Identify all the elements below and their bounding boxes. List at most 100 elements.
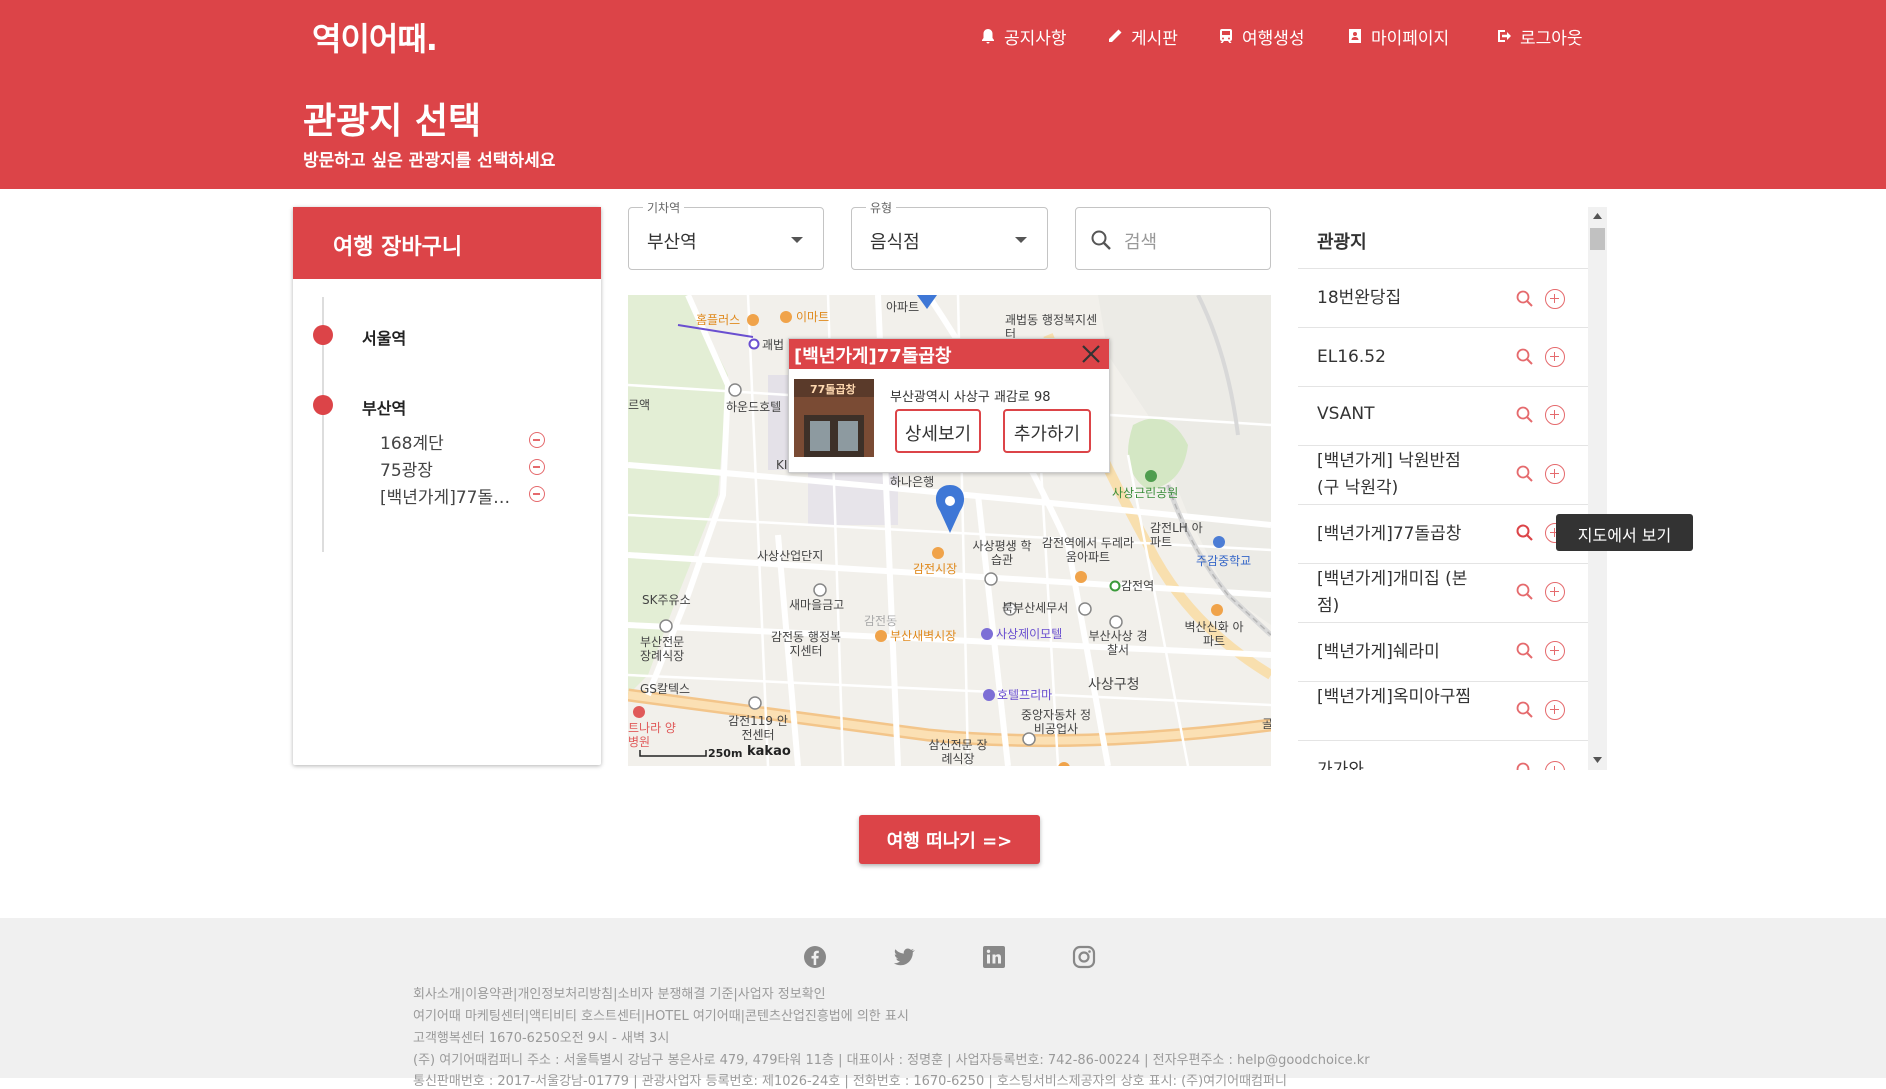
search-icon[interactable] [1515, 582, 1535, 602]
facebook-icon[interactable] [803, 945, 827, 969]
nav-mypage[interactable]: 마이페이지 [1347, 24, 1449, 49]
search-icon[interactable] [1515, 464, 1535, 484]
add-circle-icon[interactable] [1545, 464, 1565, 484]
page-subtitle: 방문하고 싶은 관광지를 선택하세요 [303, 151, 556, 171]
bell-icon [982, 29, 994, 44]
nav-notice-label: 공지사항 [1004, 28, 1067, 49]
search-icon[interactable] [1515, 761, 1535, 770]
list-item: EL16.52 [1298, 328, 1588, 387]
type-select[interactable]: 유형 음식점 [851, 199, 1048, 270]
footer-line: 여기어때 마케팅센터|액티비티 호스트센터|HOTEL 여기어때|콘텐츠산업진흥… [413, 1009, 909, 1024]
cart-item: 75광장 [380, 461, 433, 481]
map-label: 감전동 [864, 614, 898, 628]
scrollbar-thumb[interactable] [1590, 228, 1605, 250]
search-icon[interactable] [1515, 289, 1535, 309]
map-label: 삼신전문 장례식장 [928, 738, 988, 766]
remove-circle-icon[interactable] [529, 459, 545, 475]
attraction-name: [백년가게]쉐라미 [1317, 642, 1440, 662]
search-input[interactable]: 검색 [1075, 207, 1271, 270]
nav-create-trip-label: 여행생성 [1242, 28, 1305, 49]
search-icon [1091, 230, 1111, 250]
twitter-icon[interactable] [892, 945, 916, 969]
remove-circle-icon[interactable] [529, 432, 545, 448]
start-trip-button[interactable]: 여행 떠나기 => [859, 815, 1040, 864]
scroll-down-icon[interactable] [1593, 757, 1602, 763]
search-icon[interactable] [1515, 523, 1535, 543]
list-scrollbar[interactable] [1588, 207, 1607, 770]
instagram-icon[interactable] [1072, 945, 1096, 969]
add-circle-icon[interactable] [1545, 347, 1565, 367]
popup-title: [백년가게]77돌곱창 [789, 339, 1109, 369]
map-label: 감전동 행정복지센터 [770, 630, 842, 658]
remove-circle-icon[interactable] [529, 486, 545, 502]
list-item: [백년가게]옥미아구찜 [1298, 682, 1588, 741]
map-label: 괘법동 행정복지센터 [1005, 313, 1098, 341]
close-icon[interactable] [1079, 342, 1103, 366]
detail-button[interactable]: 상세보기 [895, 409, 981, 453]
map-label: 감전역에서 두레라움아파트 [1041, 536, 1135, 564]
place-thumbnail: 77돌곱창 [794, 379, 874, 457]
search-icon[interactable] [1515, 641, 1535, 661]
add-circle-icon[interactable] [1545, 761, 1565, 770]
add-circle-icon[interactable] [1545, 289, 1565, 309]
linkedin-icon[interactable] [982, 945, 1006, 969]
footer-links[interactable]: 회사소개|이용약관|개인정보처리방침|소비자 분쟁해결 기준|사업자 정보확인 [413, 983, 826, 1002]
footer-line: 고객행복센터 1670-6250오전 9시 - 새벽 3시 [413, 1031, 670, 1046]
attraction-list[interactable]: 관광지 18번완당집 EL16.52 VSANT [백년가게] 낙원반점 (구 … [1298, 207, 1608, 770]
map-label: 감전시장 [913, 562, 958, 576]
list-item: [백년가게]쉐라미 [1298, 623, 1588, 682]
popup-address: 부산광역시 사상구 괘감로 98 [890, 390, 1051, 405]
list-item: [백년가게]77돌곱창 [1298, 505, 1588, 564]
footer-line: 통신판매번호 : 2017-서울강남-01779 | 관광사업자 등록번호: 제… [413, 1074, 1287, 1089]
map-label: 아파트 [886, 300, 920, 314]
station-select[interactable]: 기차역 부산역 [628, 199, 824, 270]
timeline-dot [313, 325, 333, 345]
nav-notice[interactable]: 공지사항 [980, 24, 1067, 49]
header: 역이어때. 공지사항 게시판 여행생성 마이페이지 로그아웃 관광지 선택 방문… [0, 0, 1886, 189]
logout-icon [1498, 30, 1511, 42]
search-icon[interactable] [1515, 405, 1535, 425]
map-label: 르액 [628, 398, 651, 412]
add-button[interactable]: 추가하기 [1003, 409, 1091, 453]
search-icon[interactable] [1515, 700, 1535, 720]
logo[interactable]: 역이어때. [312, 14, 438, 60]
list-item: VSANT [1298, 387, 1588, 446]
add-circle-icon[interactable] [1545, 405, 1565, 425]
map-label: 감전LH 아파트 [1150, 521, 1203, 549]
nav-board-label: 게시판 [1131, 28, 1178, 49]
thumbnail-sign: 77돌곱창 [810, 383, 856, 396]
add-circle-icon[interactable] [1545, 641, 1565, 661]
map-label: 새마을금고 [789, 598, 845, 612]
nav-logout[interactable]: 로그아웃 [1496, 24, 1583, 49]
map-label: 호텔프리마 [997, 688, 1053, 702]
search-placeholder: 검색 [1124, 232, 1158, 253]
map-label: 감전119 안전센터 [728, 714, 788, 742]
attraction-name: 18번완당집 [1317, 288, 1402, 308]
cart-item: [백년가게]77돌곱창 [380, 488, 517, 508]
pencil-icon [1109, 29, 1122, 42]
add-circle-icon[interactable] [1545, 582, 1565, 602]
travel-cart-title: 여행 장바구니 [293, 207, 601, 279]
attraction-name: EL16.52 [1317, 347, 1386, 367]
map-label: 홈플러스 [696, 313, 741, 327]
add-circle-icon[interactable] [1545, 700, 1565, 720]
travel-cart: 여행 장바구니 서울역 부산역 168계단 75광장 [백년가게]77돌곱창 [293, 207, 601, 765]
map-label: 하나은행 [890, 475, 935, 489]
list-item: [백년가게]개미집 (본점) [1298, 564, 1588, 623]
map-label: 괘법 [762, 338, 785, 352]
map-label: 부산사상 경찰서 [1088, 629, 1148, 657]
nav-create-trip[interactable]: 여행생성 [1218, 24, 1305, 49]
station-select-value: 부산역 [647, 232, 697, 253]
nav-board[interactable]: 게시판 [1107, 24, 1178, 49]
user-badge-icon [1349, 29, 1361, 43]
scroll-up-icon[interactable] [1593, 213, 1602, 219]
attraction-name: [백년가게] 낙원반점 (구 낙원각) [1317, 451, 1461, 498]
map-popup: [백년가게]77돌곱창 77돌곱창 부산광역시 사상구 괘감로 98 상세보기 … [788, 338, 1110, 473]
tooltip: 지도에서 보기 [1556, 514, 1693, 551]
map-label: 트나라 양병원 [628, 721, 676, 749]
page-title: 관광지 선택 [303, 101, 482, 142]
search-icon[interactable] [1515, 347, 1535, 367]
attraction-name: VSANT [1317, 404, 1375, 424]
map-label: 감전역 [1121, 579, 1155, 593]
map-label: 사상근린공원 [1112, 486, 1179, 500]
